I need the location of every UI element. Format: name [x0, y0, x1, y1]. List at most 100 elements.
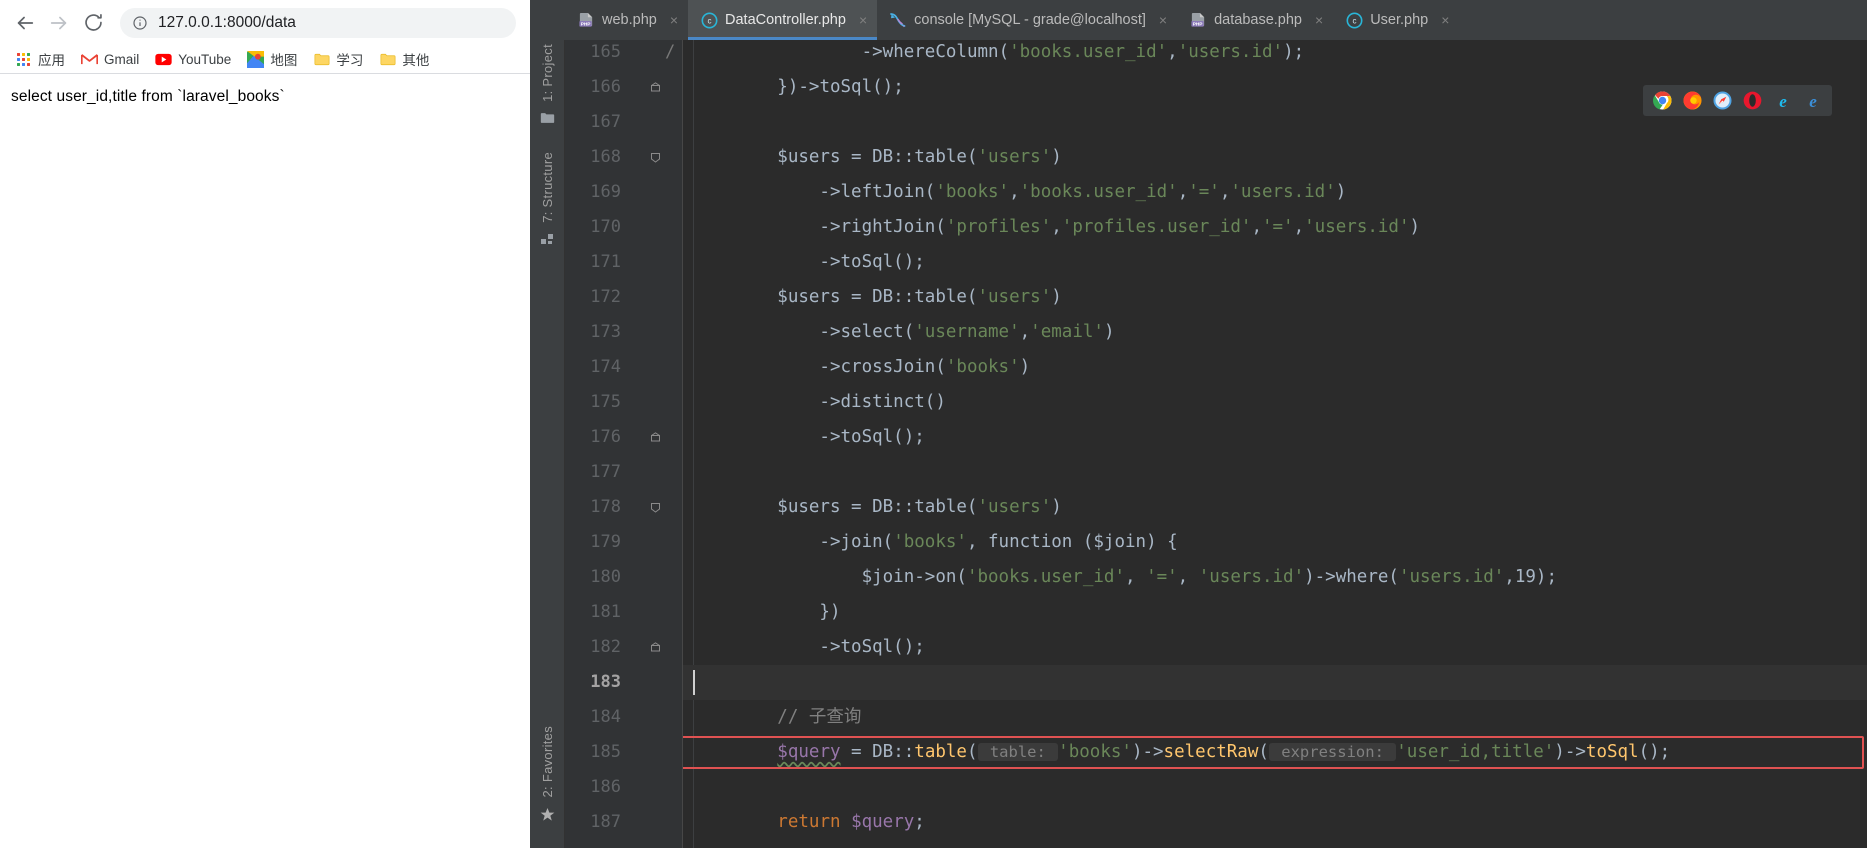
forward-icon[interactable]	[42, 6, 76, 40]
editor-tab-label: console [MySQL - grade@localhost]	[914, 12, 1146, 28]
line-number: 188	[565, 840, 621, 848]
tool-window-structure[interactable]: 7: Structure	[530, 152, 565, 247]
svg-text:PHP: PHP	[580, 21, 590, 27]
code-editor[interactable]: 165 166 167 168 169 170 171 172 173 174 175 176 177 1…	[565, 40, 1867, 848]
code-line[interactable]: ->toSql();	[683, 420, 1867, 455]
code-token: ;	[914, 812, 925, 832]
bookmark-folder-study[interactable]: 学习	[306, 46, 372, 72]
editor-tab-database-php[interactable]: PHP database.php ×	[1177, 0, 1333, 40]
code-token: selectRaw	[1163, 742, 1259, 762]
editor-tab-user-php[interactable]: c User.php ×	[1333, 0, 1459, 40]
code-token: table:	[977, 743, 1059, 761]
tool-window-label: 2: Favorites	[540, 726, 555, 798]
code-line[interactable]: ->join('books', function ($join) {	[683, 525, 1867, 560]
chrome-icon[interactable]	[1652, 90, 1673, 111]
code-line[interactable]: ->crossJoin('books')	[683, 350, 1867, 385]
safari-icon[interactable]	[1712, 90, 1733, 111]
code-line[interactable]: ->distinct()	[683, 385, 1867, 420]
close-icon[interactable]: ×	[670, 13, 678, 27]
firefox-icon[interactable]	[1682, 90, 1703, 111]
code-token: $users = DB::table(	[693, 287, 978, 307]
phpstorm-window: PHP web.php × c DataController.php × console […	[530, 0, 1867, 848]
code-token: $users = DB::table(	[693, 497, 978, 517]
code-line[interactable]: $query = DB::table( table: 'books')->sel…	[683, 735, 1867, 770]
line-number: 184	[590, 707, 621, 727]
code-token: toSql	[1585, 742, 1639, 762]
tool-window-project[interactable]: 1: Project	[530, 44, 565, 126]
fold-collapse-icon[interactable]	[647, 80, 663, 96]
text-caret	[693, 670, 695, 695]
code-line[interactable]	[683, 665, 1867, 700]
editor-tab-datacontroller-php[interactable]: c DataController.php ×	[688, 0, 878, 40]
code-line[interactable]: $join->on('books.user_id', '=', 'users.i…	[683, 560, 1867, 595]
code-line[interactable]: ->toSql();	[683, 630, 1867, 665]
edge-icon[interactable]: e	[1802, 90, 1823, 111]
close-icon[interactable]: ×	[1159, 13, 1167, 27]
code-token: 'books.user_id'	[1019, 182, 1178, 202]
structure-icon	[540, 231, 556, 247]
code-line[interactable]: })	[683, 595, 1867, 630]
code-line[interactable]	[683, 770, 1867, 805]
bookmark-gmail[interactable]: Gmail	[74, 48, 148, 71]
close-icon[interactable]: ×	[1315, 13, 1323, 27]
php-file-icon: PHP	[577, 11, 595, 29]
editor-tab-console-mysql-grade-localhost[interactable]: console [MySQL - grade@localhost] ×	[877, 0, 1177, 40]
code-line[interactable]: ->toSql();	[683, 245, 1867, 280]
page-info-icon[interactable]	[132, 15, 148, 31]
php-file-icon: PHP	[1189, 11, 1207, 29]
code-line[interactable]: // 子查询	[683, 700, 1867, 735]
bookmark-folder-others[interactable]: 其他	[372, 46, 438, 72]
close-icon[interactable]: ×	[1441, 13, 1449, 27]
reload-icon[interactable]	[76, 6, 110, 40]
back-icon[interactable]	[8, 6, 42, 40]
line-number: 178	[590, 497, 621, 517]
code-token: ,	[1051, 217, 1062, 237]
bookmark-youtube[interactable]: YouTube	[148, 48, 240, 71]
code-line[interactable]: ->select('username','email')	[683, 315, 1867, 350]
code-line[interactable]: return $query;	[683, 805, 1867, 840]
code-line[interactable]: $users = DB::table('users')	[683, 140, 1867, 175]
code-token: 'users.id'	[1177, 42, 1284, 62]
code-line[interactable]: $users = DB::table('users')	[683, 490, 1867, 525]
code-token: ,	[1019, 322, 1031, 342]
editor-tab-label: DataController.php	[725, 12, 846, 28]
line-number: 167	[590, 112, 621, 132]
code-token: 'user_id,title'	[1396, 742, 1555, 762]
internet-explorer-icon[interactable]: e	[1772, 90, 1793, 111]
line-number: 177	[590, 462, 621, 482]
open-in-browser-popup[interactable]: e e	[1643, 85, 1832, 116]
fold-expand-icon[interactable]	[647, 150, 663, 166]
code-line[interactable]: ->rightJoin('profiles','profiles.user_id…	[683, 210, 1867, 245]
bookmark-maps[interactable]: 地图	[240, 46, 306, 72]
code-token: 'books'	[935, 182, 1010, 202]
code-token: (	[998, 42, 1010, 62]
line-number: 183	[590, 672, 621, 692]
code-line[interactable]: $users = DB::table('users')	[683, 280, 1867, 315]
code-line[interactable]	[683, 455, 1867, 490]
code-token: return	[777, 812, 841, 832]
editor-gutter[interactable]: 165 166 167 168 169 170 171 172 173 174 175 176 177 1…	[565, 40, 683, 848]
code-token: $query	[851, 812, 915, 832]
code-token: ::	[893, 742, 915, 762]
code-text-area[interactable]: ->whereColumn('books.user_id','users.id'…	[683, 40, 1867, 848]
opera-icon[interactable]	[1742, 90, 1763, 111]
code-line[interactable]	[683, 840, 1867, 848]
fold-collapse-icon[interactable]	[647, 430, 663, 446]
fold-collapse-icon[interactable]	[647, 640, 663, 656]
editor-tab-web-php[interactable]: PHP web.php ×	[565, 0, 688, 40]
close-icon[interactable]: ×	[859, 13, 867, 27]
code-token: ,	[1219, 182, 1231, 202]
svg-text:PHP: PHP	[1192, 21, 1202, 27]
fold-expand-icon[interactable]	[647, 500, 663, 516]
code-token: )	[1051, 497, 1062, 517]
tool-window-label: 7: Structure	[540, 152, 555, 223]
database-console-icon	[889, 11, 907, 29]
line-number: 174	[590, 357, 621, 377]
tool-window-favorites[interactable]: 2: Favorites	[530, 726, 565, 822]
code-line[interactable]: ->leftJoin('books','books.user_id','=','…	[683, 175, 1867, 210]
code-line[interactable]: ->whereColumn('books.user_id','users.id'…	[683, 40, 1867, 70]
code-token: '='	[1261, 217, 1294, 237]
bookmark-apps[interactable]: 应用	[8, 46, 74, 72]
line-number: 169	[590, 182, 621, 202]
address-bar[interactable]: 127.0.0.1:8000/data	[120, 7, 516, 38]
